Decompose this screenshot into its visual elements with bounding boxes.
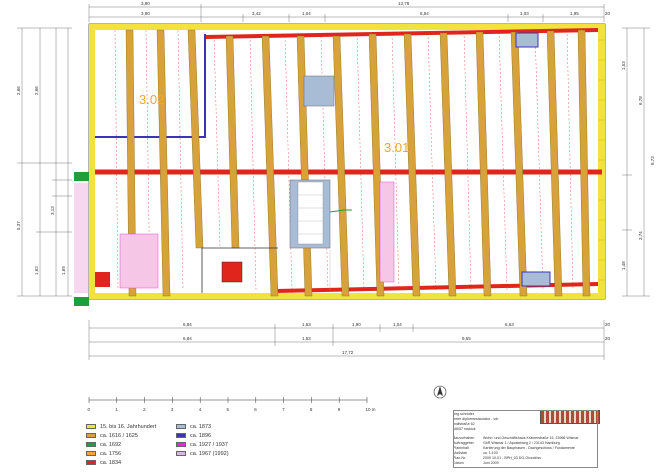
marker-1692-upper [74,172,89,181]
tb-val-planno: 2009 10-01 - BPH_03 DG-Grundriss [483,456,541,460]
legend-swatch [176,433,186,439]
legend-swatch [86,433,96,439]
tb-val-scale: ca. 1:100 [483,451,498,455]
legend-item: ca. 1834 [86,460,121,467]
tb-val-date: Juni 2009 [483,461,499,465]
scale-tick-label: 7 [282,407,285,412]
tb-val-content: Kartierung der Bauphasen - Dachgeschoss … [483,446,575,450]
scale-tick-label: 8 [310,407,313,412]
dim-left-c: 5,37 [16,221,21,230]
hatch-1967-mid [379,181,395,283]
dim-right-a: 6,78 [638,96,643,105]
tb-key-scale: Maßstab [453,451,467,455]
red-block-center [221,261,243,283]
dim-bot-overall: 17,72 [342,350,354,355]
building-elevation-thumbnail [540,410,600,424]
dim-bot-d: 1,04 [393,322,402,327]
scale-tick-label: 9 [338,407,341,412]
scale-tick-label: 3 [171,407,174,412]
author-title: freier diplomrestaurator - vdr [453,417,499,421]
legend-swatch [86,442,96,448]
legend-swatch [176,442,186,448]
pink-hatch-left [74,183,88,293]
dim-top-c: 1,04 [302,11,311,16]
red-block-left [95,272,110,287]
dim-bot-a: 6,84 [183,322,192,327]
dim-bot-end: 20 [605,322,611,327]
marker-1692-lower [74,297,89,306]
dim-left-b: 2,66 [34,86,39,95]
legend-item: ca. 1692 [86,442,121,449]
tb-key-content: Planinhalt [453,446,469,450]
scale-bar: 0 1 2 3 4 5 6 7 8 9 10 m [88,397,376,412]
dim-bot-c: 1,90 [352,322,361,327]
scale-tick-label: 10 m [366,407,376,412]
dim-top-d: 6,54 [420,11,429,16]
scale-tick-label: 2 [143,407,146,412]
north-arrow-icon [433,385,447,399]
scale-tick-label: 4 [199,407,202,412]
legend-swatch [86,451,96,457]
stair-void [297,181,324,245]
dim-top-e: 1,03 [520,11,529,16]
skylight-top [515,32,539,48]
legend-item: ca. 1896 [176,433,211,440]
legend-swatch [86,460,96,466]
dim-top-overall: 13,78 [398,1,410,6]
legend-item: ca. 1616 / 1625 [86,433,138,440]
tb-val-client: GbR Wismar 1 / Apostelweg 2 / 23143 Hamb… [483,441,560,445]
dim-top-a2: 3,90 [141,11,150,16]
dim-left-a: 2,66 [16,86,21,95]
tb-key-client: Auftraggeber [453,441,474,445]
floor-plan: 3,90 3,90 13,78 3,42 1,04 6,54 1,03 1,95… [16,1,655,412]
legend-item: ca. 1927 / 1937 [176,442,228,449]
dim-bot2-end: 20 [605,336,611,341]
dim-right-b: 8,73 [650,156,655,165]
chimney-block [303,75,335,107]
scale-tick-label: 0 [88,407,91,412]
skylight-bottom [521,271,551,287]
dim-bot2-c: 9,55 [462,336,471,341]
hatch-1967-left [119,233,159,289]
dim-bot-e: 6,63 [505,322,514,327]
tb-key-planno: Plan-Nr. [453,456,466,460]
dim-bot-b: 1,53 [302,322,311,327]
author-name: jörg schröder [453,412,474,416]
dim-top-f: 1,95 [570,11,579,16]
dim-bot2-a: 6,84 [183,336,192,341]
legend-swatch [176,451,186,457]
room-label-3-01: 3.01 [384,140,409,155]
dim-right-c: 3,74 [638,231,643,240]
dim-top-a: 3,90 [141,1,150,6]
author-street: wolfstraße 62 [453,422,475,426]
dim-right-e: 1,53 [621,61,626,70]
dim-right-d: 1,48 [621,261,626,270]
dim-bot2-b: 1,53 [302,336,311,341]
dim-left-e: 1,69 [61,266,66,275]
dim-top-end: 20 [605,11,611,16]
legend-item: ca. 1873 [176,424,211,431]
scale-tick-label: 5 [227,407,230,412]
dimension-lines-right [622,27,650,297]
scale-tick-label: 1 [115,407,118,412]
tb-key-date: Datum [453,461,464,465]
room-label-3-02: 3.02 [139,92,164,107]
legend-swatch [86,424,96,430]
tb-val-project: Wohn- und Geschäftshaus Krämerstraße 16,… [483,436,579,440]
dim-top-b: 3,42 [252,11,261,16]
legend-item: ca. 1967 (1992) [176,451,229,458]
scale-tick-label: 6 [254,407,257,412]
legend: 15. bis 16. Jahrhundert ca. 1616 / 1625 … [86,424,356,468]
dim-left-f: 3,13 [50,206,55,215]
legend-item: ca. 1756 [86,451,121,458]
dimension-lines-left [17,27,72,297]
legend-item: 15. bis 16. Jahrhundert [86,424,156,431]
legend-swatch [176,424,186,430]
tb-key-project: Bauvorhaben [453,436,475,440]
dim-left-d: 1,62 [34,266,39,275]
author-city: 18057 rostock [453,427,476,431]
